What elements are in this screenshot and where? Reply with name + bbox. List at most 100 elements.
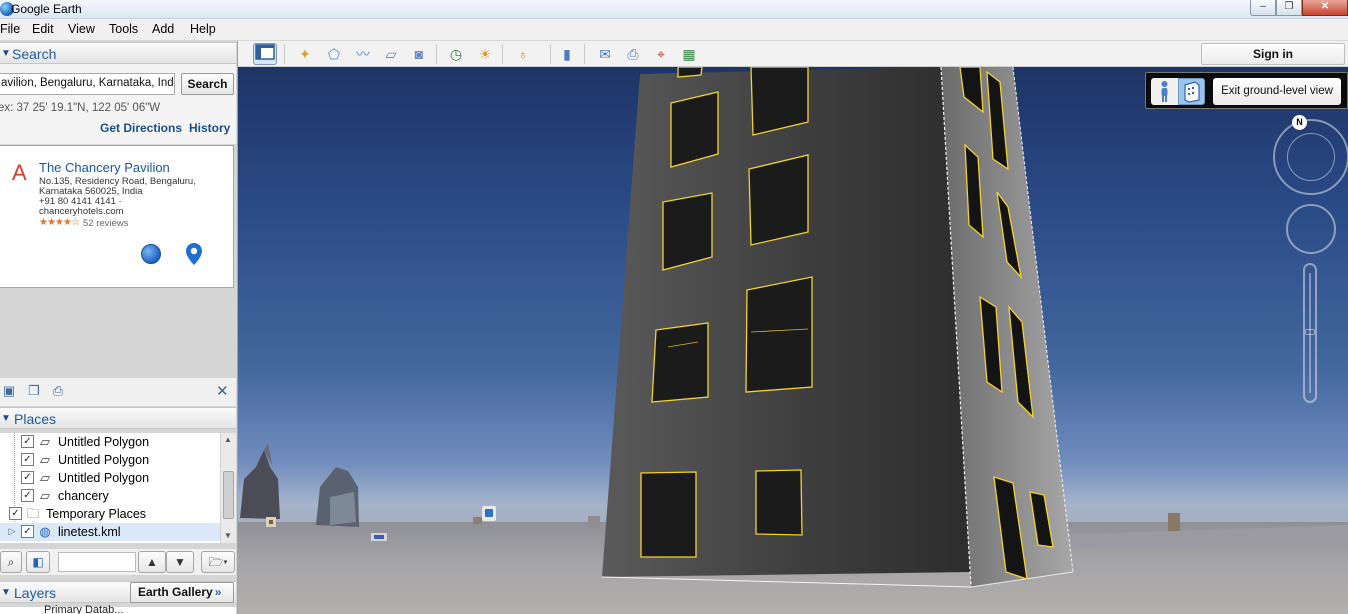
kml-globe-icon: ◍ bbox=[39, 524, 51, 539]
move-ring[interactable] bbox=[1286, 204, 1336, 254]
exit-ground-level-view-button[interactable]: Exit ground-level view bbox=[1213, 78, 1341, 105]
places-bottom-bar: ⌕ ◧ ▲ ▼ 🗁▾ bbox=[0, 549, 236, 575]
copy-icon[interactable]: ❐ bbox=[27, 384, 41, 398]
visibility-checkbox[interactable]: ✓ bbox=[21, 525, 34, 538]
result-website-link[interactable]: chanceryhotels.com bbox=[39, 207, 123, 217]
maximize-button[interactable]: ❐ bbox=[1276, 0, 1302, 16]
scroll-down-arrow-icon[interactable]: ▼ bbox=[224, 531, 232, 540]
get-directions-link[interactable]: Get Directions bbox=[100, 121, 182, 135]
list-item[interactable]: ✓ ▱ chancery bbox=[0, 487, 220, 505]
list-item[interactable]: ✓ ▱ Untitled Polygon bbox=[0, 469, 220, 487]
menu-bar: File Edit View Tools Add Help bbox=[0, 19, 1348, 41]
places-header-label: Places bbox=[14, 411, 57, 427]
sign-in-button[interactable]: Sign in bbox=[1201, 43, 1345, 65]
building-view-icon[interactable] bbox=[1178, 78, 1205, 105]
search-result-card[interactable]: A The Chancery Pavilion No.135, Residenc… bbox=[0, 145, 234, 288]
minimize-button[interactable]: – bbox=[1250, 0, 1276, 16]
scroll-up-arrow-icon[interactable]: ▲ bbox=[224, 435, 232, 444]
ground-level-nav-panel: Exit ground-level view bbox=[1145, 72, 1348, 109]
open-folder-icon[interactable]: 🗁▾ bbox=[201, 551, 235, 573]
earth-gallery-label: Earth Gallery bbox=[138, 585, 213, 599]
search-header-label: Search bbox=[12, 46, 57, 62]
move-up-icon[interactable]: ▲ bbox=[138, 551, 166, 573]
add-polygon-icon[interactable]: ⬠ bbox=[322, 43, 346, 65]
search-input[interactable]: avilion, Bengaluru, Karnataka, India bbox=[0, 73, 175, 95]
collapse-triangle-icon: ▼ bbox=[1, 587, 11, 598]
ruler-icon[interactable]: ▮ bbox=[555, 43, 579, 65]
menu-add[interactable]: Add bbox=[152, 22, 174, 36]
result-marker-letter: A bbox=[12, 160, 27, 185]
list-item[interactable]: ✓ ▱ Untitled Polygon bbox=[0, 451, 220, 469]
view-in-maps-icon[interactable]: ⌖ bbox=[649, 43, 673, 65]
menu-file[interactable]: File bbox=[0, 22, 20, 36]
search-panel: avilion, Bengaluru, Karnataka, India Sea… bbox=[0, 64, 236, 144]
compass-north-indicator[interactable]: N bbox=[1292, 115, 1307, 130]
street-view-person-icon[interactable] bbox=[1151, 78, 1178, 105]
list-item[interactable]: ▷ ✓ ◍ linetest.kml bbox=[0, 523, 220, 541]
planets-icon[interactable]: ♁ bbox=[511, 43, 535, 65]
double-chevron-icon: » bbox=[214, 585, 222, 599]
toolbar: ✦ ⬠ 〰 ▱ ◙ ◷ ☀ ♁ ▮ ✉ ⎙ ⌖ ▦ Sign in bbox=[238, 41, 1348, 67]
earth-3d-viewport[interactable]: Exit ground-level view N bbox=[238, 67, 1348, 614]
history-link[interactable]: History bbox=[189, 121, 230, 135]
menu-help[interactable]: Help bbox=[190, 22, 216, 36]
layers-header-label: Layers bbox=[14, 585, 57, 601]
add-path-icon[interactable]: 〰 bbox=[351, 43, 375, 65]
globe-icon[interactable] bbox=[141, 244, 161, 264]
rating-stars: ★★★★☆ bbox=[39, 217, 80, 228]
save-image-icon[interactable]: ▦ bbox=[677, 43, 701, 65]
search-places-icon[interactable]: ⌕ bbox=[0, 551, 22, 573]
distant-skyscraper bbox=[240, 450, 280, 519]
print-icon[interactable]: ⎙ bbox=[621, 43, 645, 65]
place-label: Untitled Polygon bbox=[58, 453, 150, 467]
move-down-icon[interactable]: ▼ bbox=[166, 551, 194, 573]
historical-imagery-icon[interactable]: ◷ bbox=[444, 43, 468, 65]
polygon-icon: ▱ bbox=[40, 488, 50, 503]
menu-edit[interactable]: Edit bbox=[32, 22, 54, 36]
map-pin-icon[interactable] bbox=[185, 242, 203, 266]
sidebar: ▼ Search avilion, Bengaluru, Karnataka, … bbox=[0, 41, 238, 614]
polygon-icon: ▱ bbox=[40, 434, 50, 449]
add-placemark-icon[interactable]: ✦ bbox=[293, 43, 317, 65]
visibility-checkbox[interactable]: ✓ bbox=[21, 489, 34, 502]
earth-gallery-button[interactable]: Earth Gallery» bbox=[130, 582, 234, 603]
look-joystick[interactable] bbox=[1287, 133, 1335, 181]
places-section-header[interactable]: ▼ Places bbox=[0, 407, 236, 429]
add-image-overlay-icon[interactable]: ▱ bbox=[379, 43, 403, 65]
places-tree: ✓ ▱ Untitled Polygon ✓ ▱ Untitled Polygo… bbox=[0, 433, 220, 543]
result-title-link[interactable]: The Chancery Pavilion bbox=[39, 160, 170, 175]
collapse-triangle-icon: ▼ bbox=[1, 48, 11, 59]
layer-item-label: Primary Datab... bbox=[44, 604, 124, 614]
list-item[interactable]: ✓ 🗀 Temporary Places bbox=[0, 505, 220, 523]
close-search-results-icon[interactable]: ✕ bbox=[216, 382, 229, 400]
menu-view[interactable]: View bbox=[68, 22, 95, 36]
collapse-triangle-icon: ▼ bbox=[1, 413, 11, 424]
places-filter-input[interactable] bbox=[58, 552, 136, 572]
place-label: Temporary Places bbox=[46, 507, 147, 521]
window-title: Google Earth bbox=[11, 2, 82, 16]
close-button[interactable]: ✕ bbox=[1302, 0, 1348, 16]
visibility-checkbox[interactable]: ✓ bbox=[9, 507, 22, 520]
visibility-checkbox[interactable]: ✓ bbox=[21, 471, 34, 484]
search-button[interactable]: Search bbox=[181, 73, 234, 95]
place-label: Untitled Polygon bbox=[58, 435, 150, 449]
menu-tools[interactable]: Tools bbox=[109, 22, 138, 36]
reviews-link[interactable]: 52 reviews bbox=[83, 218, 128, 229]
zoom-slider-thumb[interactable] bbox=[1305, 329, 1315, 335]
expand-arrow-icon[interactable]: ▷ bbox=[4, 524, 20, 539]
scrollbar-thumb[interactable] bbox=[223, 471, 234, 519]
add-folder-icon[interactable]: ▣ bbox=[2, 384, 16, 398]
folder-icon: 🗀 bbox=[26, 506, 40, 521]
visibility-checkbox[interactable]: ✓ bbox=[21, 435, 34, 448]
print-icon[interactable]: ⎙ bbox=[51, 384, 65, 398]
sunlight-icon[interactable]: ☀ bbox=[473, 43, 497, 65]
search-section-header[interactable]: ▼ Search bbox=[0, 42, 236, 64]
places-scrollbar[interactable]: ▲ ▼ bbox=[220, 433, 236, 543]
visibility-checkbox[interactable]: ✓ bbox=[21, 453, 34, 466]
list-item[interactable]: ✓ ▱ Untitled Polygon bbox=[0, 433, 220, 451]
polygon-icon: ▱ bbox=[40, 470, 50, 485]
email-icon[interactable]: ✉ bbox=[593, 43, 617, 65]
toggle-panel-icon[interactable]: ◧ bbox=[26, 551, 50, 573]
sidebar-toggle-icon[interactable] bbox=[253, 43, 277, 65]
record-tour-icon[interactable]: ◙ bbox=[407, 43, 431, 65]
